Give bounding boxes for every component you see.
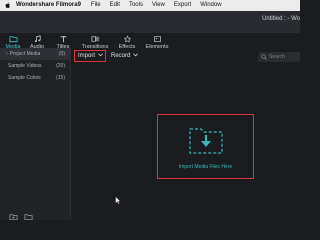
- folder-icon: [4, 35, 22, 44]
- import-dropdown-button[interactable]: Import: [74, 50, 106, 62]
- music-note-icon: [28, 35, 46, 44]
- menu-bar: Wondershare Filmora9 File Edit Tools Vie…: [0, 0, 300, 11]
- title-bar: Untitled : - Wo: [0, 11, 300, 33]
- text-icon: [54, 35, 72, 44]
- sidebar-item-sample-videos[interactable]: Sample Videos (20): [0, 60, 70, 72]
- search-icon: [261, 54, 267, 60]
- item-count: (0): [58, 51, 65, 57]
- item-count: (15): [56, 75, 65, 81]
- menu-file[interactable]: File: [91, 0, 101, 11]
- drop-zone-label: Import Media Files Here: [178, 164, 233, 170]
- media-sidebar: › Project Media (0) Sample Videos (20) Sa…: [0, 48, 71, 221]
- search-input[interactable]: Search: [258, 52, 300, 62]
- menu-app-name[interactable]: Wondershare Filmora9: [16, 0, 81, 11]
- menu-window[interactable]: Window: [200, 0, 221, 11]
- media-library-panel: Import Record Search Import Media Files …: [71, 48, 300, 220]
- menu-view[interactable]: View: [152, 0, 165, 11]
- folder-icon[interactable]: [24, 208, 33, 226]
- menu-export[interactable]: Export: [174, 0, 191, 11]
- import-drop-zone[interactable]: Import Media Files Here: [157, 114, 254, 179]
- sidebar-item-sample-colors[interactable]: Sample Colors (15): [0, 72, 70, 84]
- mouse-cursor-icon: [115, 196, 121, 205]
- sidebar-item-project-media[interactable]: › Project Media (0): [0, 48, 70, 60]
- window-title: Untitled : - Wo: [262, 16, 300, 22]
- sidebar-actions: [9, 208, 33, 226]
- chevron-down-icon: [98, 52, 103, 61]
- transition-icon: [80, 35, 110, 44]
- media-toolbar: Import Record Search: [71, 48, 300, 64]
- elements-icon: [143, 35, 171, 44]
- new-folder-icon[interactable]: [9, 208, 18, 226]
- import-folder-icon: [189, 128, 223, 154]
- chevron-down-icon: [133, 50, 139, 62]
- apple-menu-icon[interactable]: [5, 2, 11, 9]
- chevron-right-icon[interactable]: ›: [6, 51, 8, 57]
- item-count: (20): [56, 63, 65, 69]
- effects-icon: [116, 35, 138, 44]
- record-dropdown-button[interactable]: Record: [111, 50, 139, 62]
- menu-tools[interactable]: Tools: [129, 0, 143, 11]
- menu-edit[interactable]: Edit: [110, 0, 120, 11]
